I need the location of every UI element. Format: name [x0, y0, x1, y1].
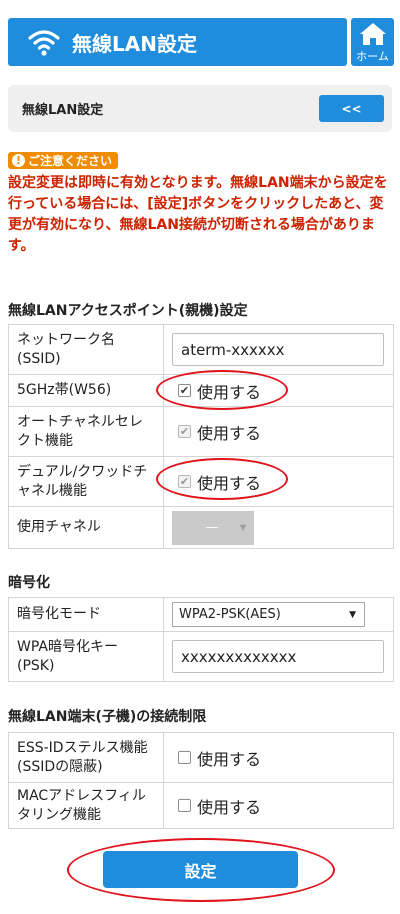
w56-cell: ✔ 使用する [163, 374, 394, 407]
auto-channel-cell: ✔ 使用する [163, 406, 394, 457]
breadcrumb-bar: 無線LAN設定 << [8, 85, 392, 132]
table-row: デュアル/クワッドチャネル機能 ✔ 使用する [8, 456, 394, 507]
auto-channel-label: オートチャネルセレクト機能 [8, 406, 164, 457]
table-row: 使用チャネル — ▼ [8, 506, 394, 549]
notice-badge-label: ご注意ください [28, 154, 113, 168]
mac-filter-checkbox-label: 使用する [197, 797, 262, 817]
page-header: 無線LAN設定 [8, 18, 347, 66]
encryption-mode-select[interactable]: WPA2-PSK(AES) ▼ [172, 602, 365, 627]
channel-cell: — ▼ [163, 506, 394, 549]
table-row: MACアドレスフィルタリング機能 使用する [8, 782, 394, 829]
encryption-table: 暗号化モード WPA2-PSK(AES) ▼ WPA暗号化キー(PSK) [8, 597, 394, 682]
connection-limit-title: 無線LAN端末(子機)の接続制限 [8, 709, 207, 725]
psk-label: WPA暗号化キー(PSK) [8, 631, 164, 682]
mac-filter-label: MACアドレスフィルタリング機能 [8, 782, 164, 829]
chevron-down-icon: ▼ [349, 609, 356, 620]
access-point-table: ネットワーク名(SSID) 5GHz帯(W56) ✔ 使用する オートチャネルセ… [8, 324, 394, 549]
access-point-title: 無線LANアクセスポイント(親機)設定 [8, 303, 248, 319]
mac-filter-cell: 使用する [163, 782, 394, 829]
encryption-mode-label: 暗号化モード [8, 597, 164, 632]
channel-label: 使用チャネル [8, 506, 164, 549]
psk-cell [163, 631, 394, 682]
page-title: 無線LAN設定 [72, 31, 197, 56]
exclamation-icon: ! [12, 154, 25, 167]
home-icon [359, 23, 386, 45]
stealth-label: ESS-IDステルス機能(SSIDの隠蔽) [8, 732, 164, 783]
psk-input[interactable] [172, 640, 384, 673]
submit-button[interactable]: 設定 [103, 851, 298, 888]
auto-channel-checkbox: ✔ [178, 425, 191, 438]
w56-checkbox[interactable]: ✔ [178, 384, 191, 397]
w56-checkbox-label: 使用する [197, 382, 262, 402]
encryption-mode-value: WPA2-PSK(AES) [179, 607, 281, 622]
dual-quad-cell: ✔ 使用する [163, 456, 394, 507]
table-row: ESS-IDステルス機能(SSIDの隠蔽) 使用する [8, 732, 394, 783]
w56-label: 5GHz帯(W56) [8, 374, 164, 407]
dual-quad-checkbox: ✔ [178, 475, 191, 488]
notice-text: 設定変更は即時に有効となります。無線LAN端末から設定を行っている場合には、[設… [8, 175, 388, 254]
section-heading: 無線LAN設定 [22, 103, 104, 118]
wifi-icon [28, 30, 60, 56]
ssid-cell [163, 324, 394, 375]
back-button[interactable]: << [319, 95, 384, 122]
stealth-checkbox-label: 使用する [197, 749, 262, 769]
table-row: WPA暗号化キー(PSK) [8, 631, 394, 682]
encryption-mode-cell: WPA2-PSK(AES) ▼ [163, 597, 394, 632]
encryption-title: 暗号化 [8, 575, 50, 591]
ssid-label: ネットワーク名(SSID) [8, 324, 164, 375]
table-row: 暗号化モード WPA2-PSK(AES) ▼ [8, 597, 394, 632]
connection-limit-table: ESS-IDステルス機能(SSIDの隠蔽) 使用する MACアドレスフィルタリン… [8, 732, 394, 829]
home-label: ホーム [356, 50, 389, 63]
dual-quad-checkbox-label: 使用する [197, 473, 262, 493]
chevron-down-icon: ▼ [239, 523, 246, 532]
auto-channel-checkbox-label: 使用する [197, 423, 262, 443]
ssid-input[interactable] [172, 333, 384, 366]
home-button[interactable]: ホーム [351, 18, 394, 66]
notice-badge: ! ご注意ください [8, 152, 119, 169]
channel-select: — ▼ [172, 510, 254, 545]
dual-quad-label: デュアル/クワッドチャネル機能 [8, 456, 164, 507]
table-row: オートチャネルセレクト機能 ✔ 使用する [8, 406, 394, 457]
stealth-cell: 使用する [163, 732, 394, 783]
channel-select-value: — [205, 520, 219, 535]
table-row: 5GHz帯(W56) ✔ 使用する [8, 374, 394, 407]
mac-filter-checkbox[interactable] [178, 799, 191, 812]
stealth-checkbox[interactable] [178, 751, 191, 764]
table-row: ネットワーク名(SSID) [8, 324, 394, 375]
